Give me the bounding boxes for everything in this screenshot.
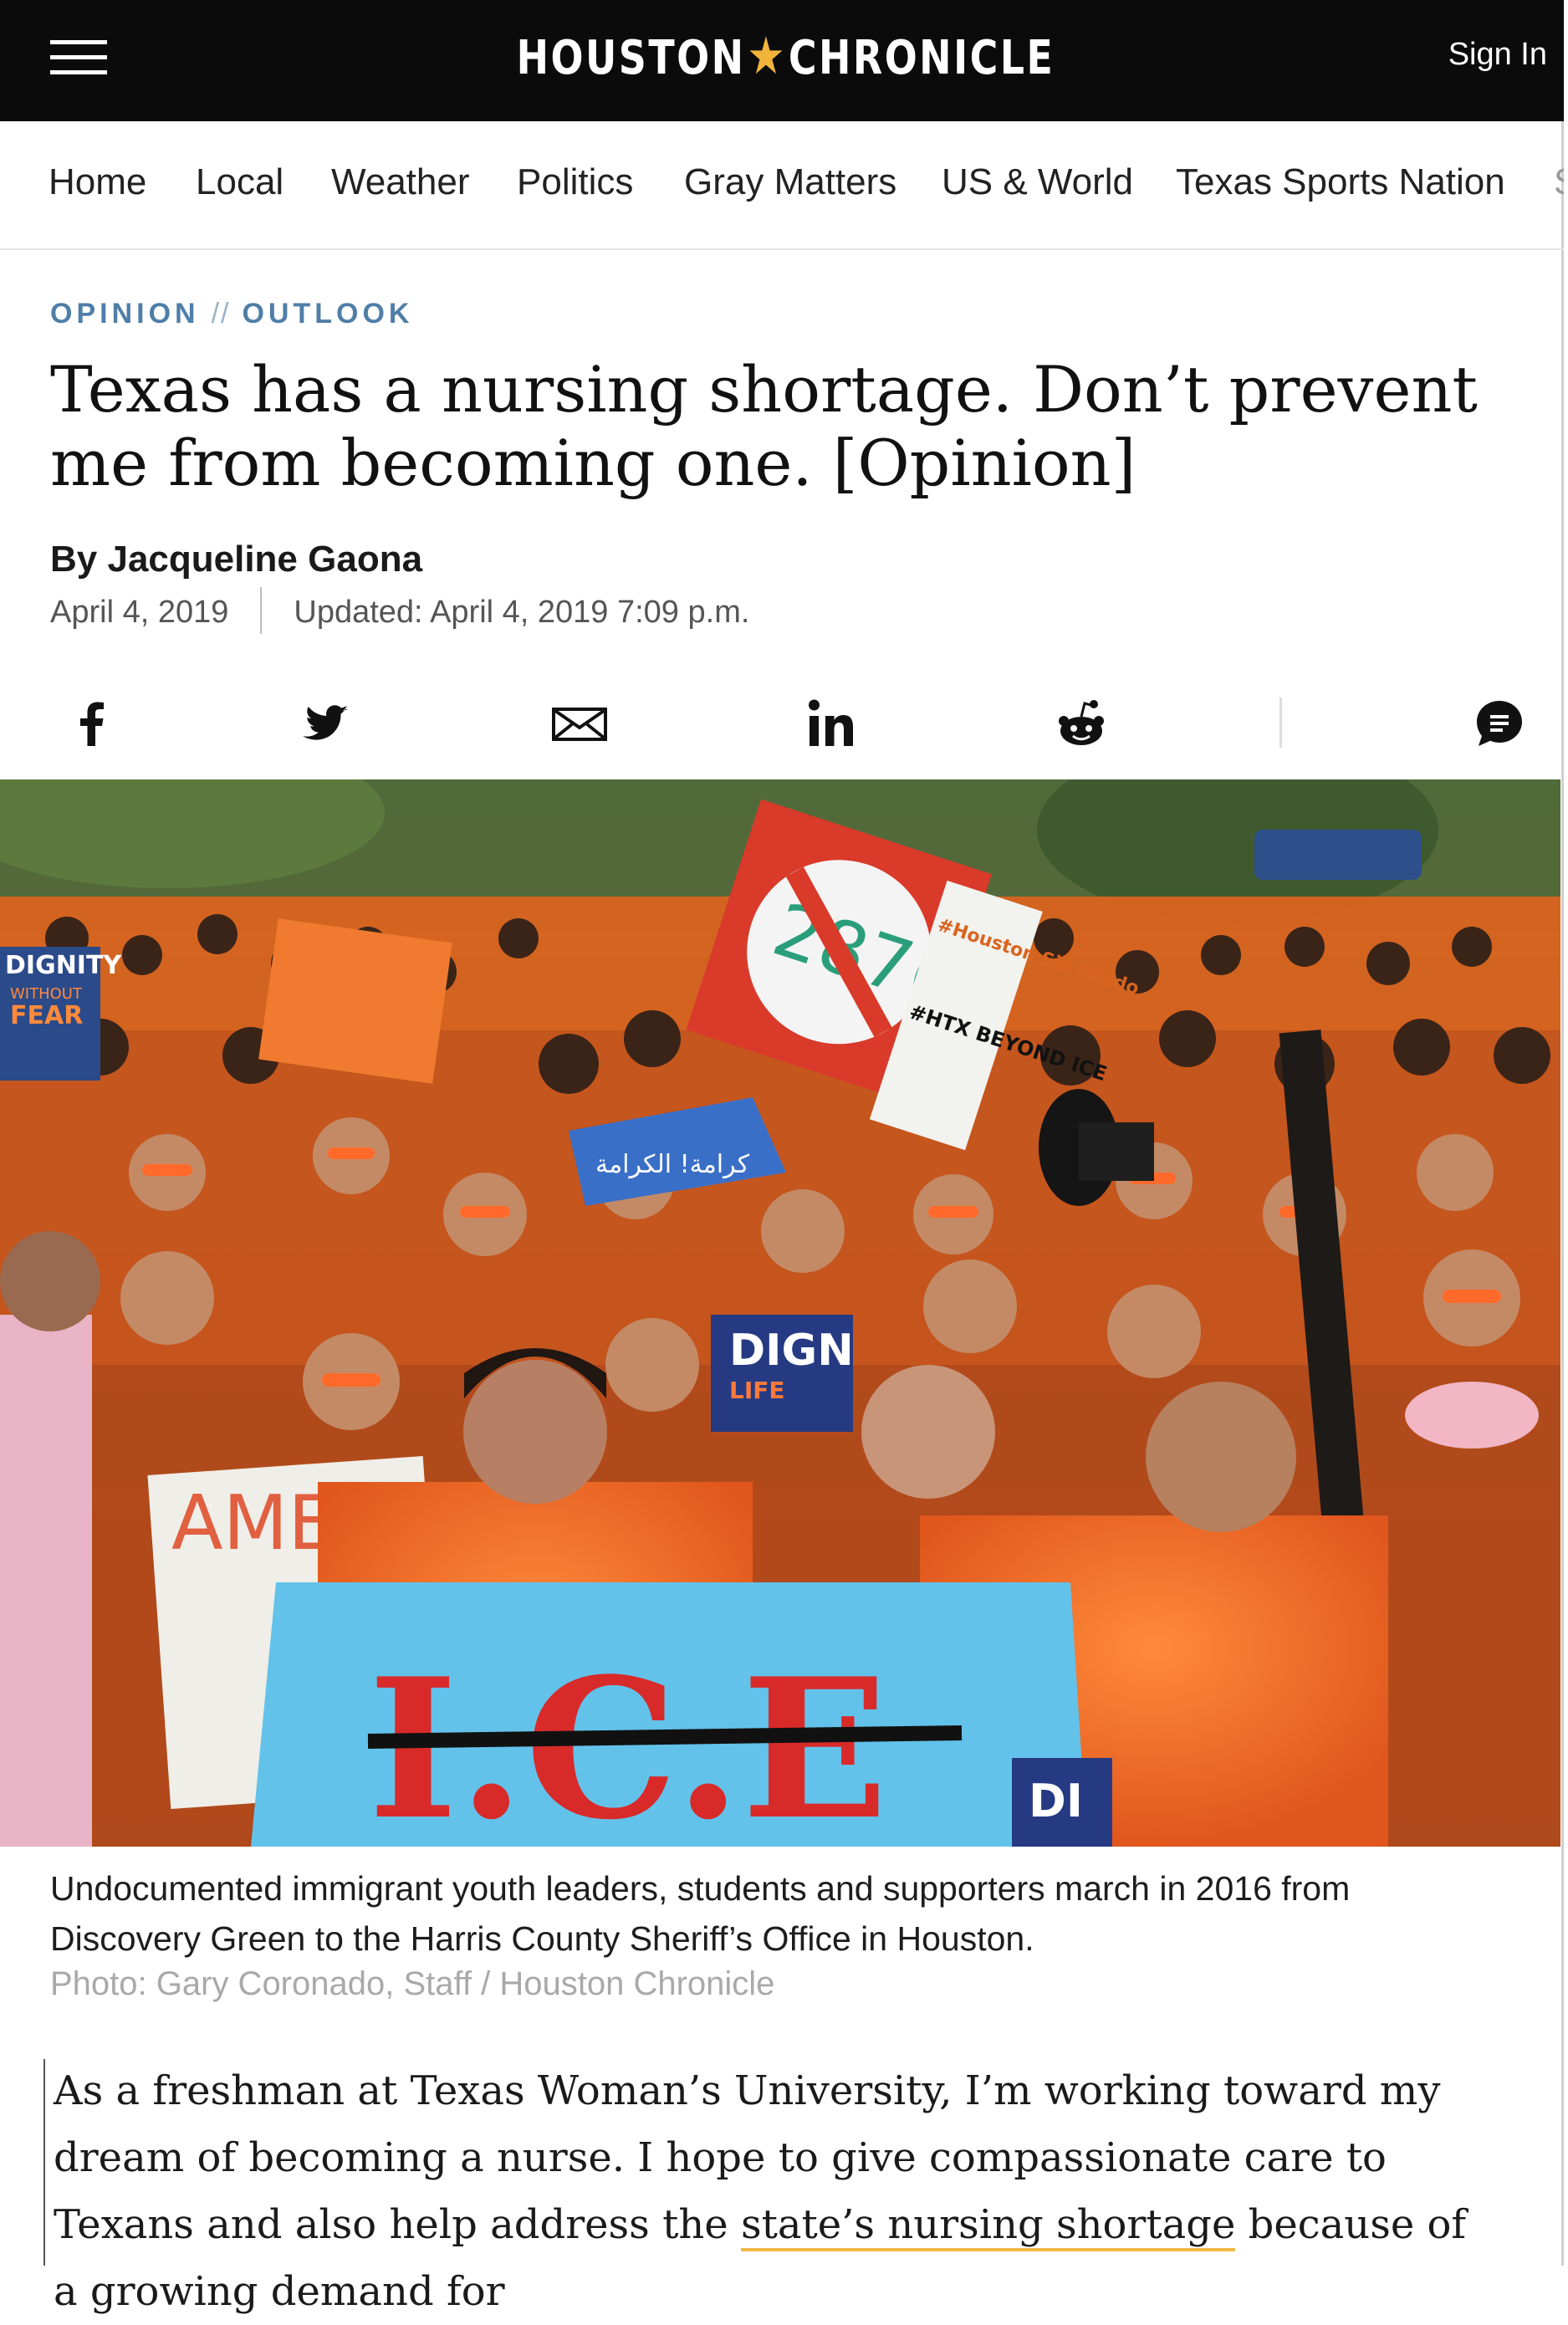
- reddit-icon[interactable]: [1052, 694, 1111, 753]
- site-logo[interactable]: HOUSTON★CHRONICLE: [145, 25, 1427, 86]
- byline[interactable]: By Jacqueline Gaona: [50, 539, 422, 580]
- photo-sign-dign: DIGN: [729, 1326, 854, 1376]
- photo-caption: Undocumented immigrant youth leaders, st…: [50, 1869, 1351, 1958]
- kicker-separator: //: [211, 298, 231, 330]
- share-divider: [1279, 698, 1282, 748]
- facebook-icon[interactable]: [62, 694, 120, 753]
- twitter-icon[interactable]: [296, 694, 355, 753]
- section-link-outlook[interactable]: OUTLOOK: [242, 298, 413, 330]
- email-icon[interactable]: [550, 694, 609, 753]
- nursing-shortage-link[interactable]: state’s nursing shortage: [740, 2201, 1236, 2251]
- article-paragraph: As a freshman at Texas Woman’s Universit…: [54, 2057, 1500, 2325]
- nav-item-local[interactable]: Local: [196, 161, 283, 203]
- section-nav: Home Local Weather Politics Gray Matters…: [0, 121, 1564, 250]
- photo-sign-without: WITHOUT: [10, 985, 83, 1003]
- date-divider: [260, 587, 263, 634]
- nav-item-weather[interactable]: Weather: [331, 161, 470, 203]
- article-kicker: OPINION // OUTLOOK: [50, 298, 413, 330]
- nav-item-politics[interactable]: Politics: [517, 161, 633, 203]
- photo-sign-life: LIFE: [729, 1377, 785, 1404]
- nav-item-home[interactable]: Home: [49, 161, 146, 203]
- nav-item-overflow[interactable]: S: [1554, 161, 1564, 203]
- photo-sign-dignity: DIGNITY: [5, 951, 122, 980]
- photo-sign-fear: FEAR: [10, 1001, 83, 1030]
- linkedin-icon[interactable]: [804, 694, 863, 753]
- body-rule: [43, 2059, 45, 2266]
- photo-sign-di: DI: [1029, 1775, 1083, 1827]
- menu-icon[interactable]: [50, 40, 107, 77]
- comments-icon[interactable]: [1470, 694, 1529, 753]
- photo-credit: Photo: Gary Coronado, Staff / Houston Ch…: [50, 1965, 775, 2002]
- updated-date: Updated: April 4, 2019 7:09 p.m.: [294, 595, 750, 631]
- nav-item-us-world[interactable]: US & World: [942, 161, 1133, 203]
- nav-item-texas-sports-nation[interactable]: Texas Sports Nation: [1176, 161, 1505, 203]
- section-link-opinion[interactable]: OPINION: [50, 298, 200, 330]
- photo-sign-arabic: كرامة! الكرامة: [595, 1150, 750, 1179]
- share-bar: [0, 686, 1564, 761]
- protest-march-photo: DIGNITY WITHOUT FEAR كرامة! الكرامة 287(…: [0, 779, 1560, 1847]
- publish-date: April 4, 2019: [50, 595, 229, 631]
- article-headline: Texas has a nursing shortage. Don’t prev…: [50, 352, 1478, 500]
- top-bar: HOUSTON★CHRONICLE Sign In: [0, 0, 1564, 121]
- logo-text-houston: HOUSTON: [516, 31, 746, 85]
- logo-text-chronicle: CHRONICLE: [788, 31, 1055, 85]
- article-photo[interactable]: DIGNITY WITHOUT FEAR كرامة! الكرامة 287(…: [0, 779, 1560, 1847]
- sign-in-link[interactable]: Sign In: [1448, 37, 1547, 73]
- nav-item-gray-matters[interactable]: Gray Matters: [684, 161, 896, 203]
- article-dates: April 4, 2019 Updated: April 4, 2019 7:09…: [50, 587, 750, 637]
- star-icon: ★: [747, 25, 788, 86]
